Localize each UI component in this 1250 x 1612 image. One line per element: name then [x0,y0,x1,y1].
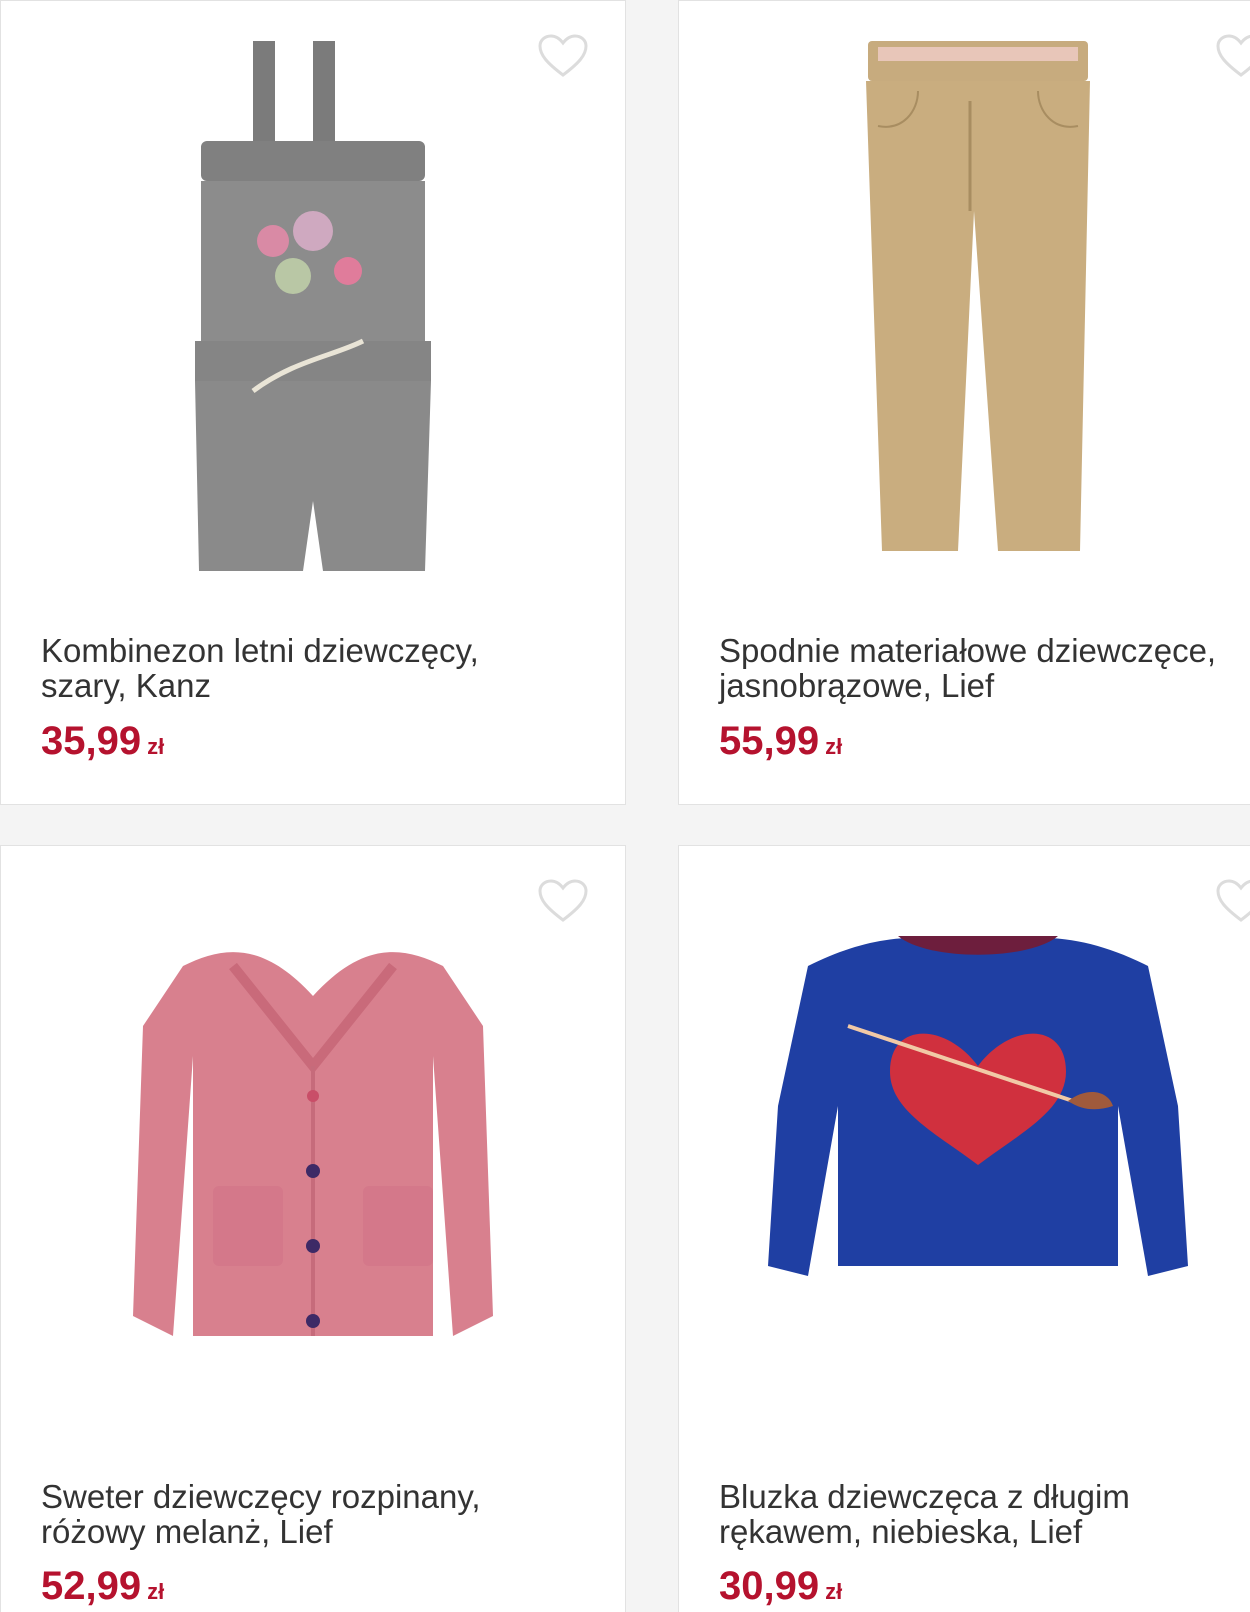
product-image[interactable] [679,31,1250,601]
product-card[interactable]: Bluzka dziewczęca z długim rękawem, nieb… [678,845,1250,1612]
cardigan-image [133,952,493,1336]
product-grid: Kombinezon letni dziewczęcy, szary, Kanz… [0,0,1250,1612]
trousers-image [866,41,1090,551]
product-image[interactable] [1,31,625,601]
product-price: 52,99 zł [41,1564,165,1608]
product-title[interactable]: Sweter dziewczęcy rozpinany, różowy mela… [41,1479,615,1549]
product-title[interactable]: Spodnie materiałowe dziewczęce, jasnobrą… [719,633,1250,703]
product-price: 55,99 zł [719,719,843,763]
product-title[interactable]: Bluzka dziewczęca z długim rękawem, nieb… [719,1479,1250,1549]
product-title[interactable]: Kombinezon letni dziewczęcy, szary, Kanz [41,633,615,703]
product-image[interactable] [679,906,1250,1526]
product-price: 30,99 zł [719,1564,843,1608]
product-image[interactable] [1,906,625,1526]
romper-image [195,41,431,571]
blouse-image [768,936,1188,1276]
product-card[interactable]: Sweter dziewczęcy rozpinany, różowy mela… [0,845,626,1612]
product-price: 35,99 zł [41,719,165,763]
product-card[interactable]: Kombinezon letni dziewczęcy, szary, Kanz… [0,0,626,805]
product-card[interactable]: Spodnie materiałowe dziewczęce, jasnobrą… [678,0,1250,805]
